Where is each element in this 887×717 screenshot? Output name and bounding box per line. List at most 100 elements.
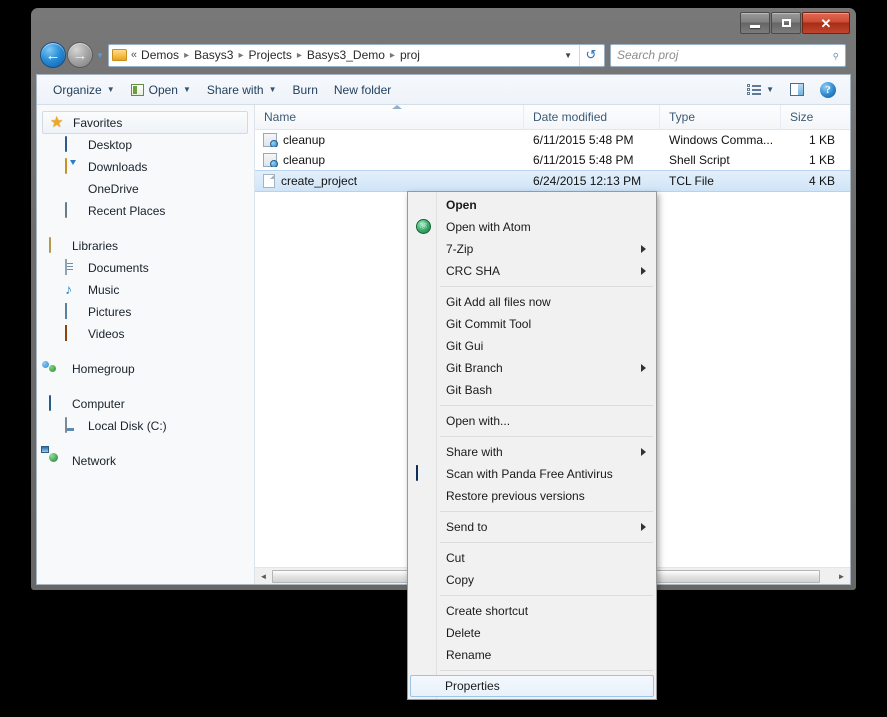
change-view-button[interactable]: ▼: [739, 81, 782, 99]
scroll-right-icon[interactable]: ►: [833, 569, 850, 584]
breadcrumb-separator-icon: ▸: [238, 49, 244, 61]
menu-item-crc-sha[interactable]: CRC SHA: [410, 260, 654, 282]
generic-file-icon: [263, 174, 275, 188]
menu-item-label: Git Branch: [446, 361, 503, 375]
menu-item-git-add-all-files-now[interactable]: Git Add all files now: [410, 291, 654, 313]
sidebar-label: Favorites: [73, 115, 123, 130]
forward-arrow-icon: →: [72, 46, 88, 64]
history-dropdown-icon[interactable]: ▼: [96, 51, 104, 60]
refresh-button[interactable]: ↺: [579, 44, 602, 66]
submenu-arrow-icon: [641, 267, 646, 275]
address-bar-row: ← → ▼ « Demos ▸ Basys3 ▸ Projects ▸ Basy…: [31, 38, 856, 72]
scroll-left-icon[interactable]: ◄: [255, 569, 272, 584]
burn-label: Burn: [292, 82, 318, 97]
menu-item-create-shortcut[interactable]: Create shortcut: [410, 600, 654, 622]
sidebar-label: Desktop: [88, 138, 133, 152]
breadcrumb-item-projects[interactable]: Projects: [248, 48, 291, 62]
table-row-selected[interactable]: create_project 6/24/2015 12:13 PM TCL Fi…: [255, 170, 850, 192]
menu-item-share-with[interactable]: Share with: [410, 441, 654, 463]
address-dropdown-icon[interactable]: ▼: [559, 51, 579, 60]
onedrive-cloud-icon: [65, 181, 81, 197]
sidebar-label: Downloads: [88, 160, 148, 174]
share-with-label: Share with: [206, 82, 264, 97]
menu-item-git-bash[interactable]: Git Bash: [410, 379, 654, 401]
menu-item-scan-with-panda-free-antivirus[interactable]: Scan with Panda Free Antivirus: [410, 463, 654, 485]
breadcrumb-item-proj[interactable]: proj: [400, 48, 420, 62]
recent-places-icon: [65, 202, 81, 219]
organize-label: Organize: [53, 82, 102, 97]
menu-item-git-gui[interactable]: Git Gui: [410, 335, 654, 357]
menu-item-send-to[interactable]: Send to: [410, 516, 654, 538]
breadcrumb-overflow-icon[interactable]: «: [131, 49, 137, 61]
preview-pane-button[interactable]: [782, 80, 812, 99]
breadcrumb-item-basys3[interactable]: Basys3: [194, 48, 233, 62]
menu-item-label: Git Add all files now: [446, 295, 551, 309]
column-header-type[interactable]: Type: [660, 105, 781, 129]
menu-separator: [440, 511, 653, 512]
sidebar-item-videos[interactable]: Videos: [37, 323, 254, 345]
menu-item-restore-previous-versions[interactable]: Restore previous versions: [410, 485, 654, 507]
menu-item-delete[interactable]: Delete: [410, 622, 654, 644]
sidebar-item-network[interactable]: Network: [37, 450, 254, 472]
refresh-icon: ↺: [585, 47, 597, 62]
new-folder-button[interactable]: New folder: [326, 80, 399, 100]
organize-button[interactable]: Organize ▼: [45, 80, 123, 100]
menu-item-open[interactable]: Open: [410, 194, 654, 216]
close-button[interactable]: ✕: [802, 12, 850, 34]
table-row[interactable]: cleanup 6/11/2015 5:48 PM Shell Script 1…: [255, 150, 850, 170]
share-with-button[interactable]: Share with ▼: [199, 80, 285, 100]
sidebar-item-recent-places[interactable]: Recent Places: [37, 200, 254, 222]
sidebar-item-desktop[interactable]: Desktop: [37, 134, 254, 156]
sidebar-item-homegroup[interactable]: Homegroup: [37, 358, 254, 380]
open-button[interactable]: Open ▼: [123, 80, 199, 100]
maximize-button[interactable]: [771, 12, 801, 34]
menu-item-7-zip[interactable]: 7-Zip: [410, 238, 654, 260]
column-header-date-modified[interactable]: Date modified: [524, 105, 660, 129]
menu-item-cut[interactable]: Cut: [410, 547, 654, 569]
minimize-button[interactable]: [740, 12, 770, 34]
sidebar-item-computer[interactable]: Computer: [37, 393, 254, 415]
sidebar-item-music[interactable]: ♪ Music: [37, 279, 254, 301]
back-button[interactable]: ←: [40, 42, 66, 68]
sidebar-item-pictures[interactable]: Pictures: [37, 301, 254, 323]
breadcrumb-item-basys3-demo[interactable]: Basys3_Demo: [307, 48, 385, 62]
forward-button[interactable]: →: [67, 42, 93, 68]
menu-item-label: Scan with Panda Free Antivirus: [446, 467, 613, 481]
menu-item-git-commit-tool[interactable]: Git Commit Tool: [410, 313, 654, 335]
navigation-pane: ★ Favorites Desktop Downloads OneDrive R…: [37, 105, 255, 584]
menu-item-git-branch[interactable]: Git Branch: [410, 357, 654, 379]
network-icon: [49, 453, 65, 469]
music-note-icon: ♪: [65, 281, 72, 297]
submenu-arrow-icon: [641, 523, 646, 531]
menu-item-copy[interactable]: Copy: [410, 569, 654, 591]
search-input[interactable]: Search proj: [617, 48, 832, 62]
context-menu: Open ⚛ Open with Atom 7-Zip CRC SHA Git Add a…: [407, 191, 657, 700]
file-size-cell: 4 KB: [808, 174, 835, 188]
column-header-name[interactable]: Name: [255, 105, 524, 129]
help-button[interactable]: ?: [812, 79, 844, 101]
menu-item-open-with[interactable]: Open with...: [410, 410, 654, 432]
search-box[interactable]: Search proj ⌕: [610, 43, 846, 67]
sidebar-item-onedrive[interactable]: OneDrive: [37, 178, 254, 200]
file-type-cell: TCL File: [669, 174, 714, 188]
burn-button[interactable]: Burn: [285, 80, 326, 100]
menu-item-label: Open with Atom: [446, 220, 531, 234]
sidebar-item-favorites[interactable]: ★ Favorites: [42, 111, 248, 134]
menu-item-rename[interactable]: Rename: [410, 644, 654, 666]
menu-item-open-with-atom[interactable]: ⚛ Open with Atom: [410, 216, 654, 238]
submenu-arrow-icon: [641, 448, 646, 456]
view-list-icon: [747, 83, 762, 96]
address-bar[interactable]: « Demos ▸ Basys3 ▸ Projects ▸ Basys3_Dem…: [107, 43, 605, 67]
menu-item-properties[interactable]: Properties: [410, 675, 654, 697]
computer-icon: [49, 395, 65, 412]
column-header-size[interactable]: Size: [781, 105, 841, 129]
sidebar-item-documents[interactable]: Documents: [37, 257, 254, 279]
sidebar-item-local-disk-c[interactable]: Local Disk (C:): [37, 415, 254, 437]
file-name: cleanup: [283, 133, 326, 147]
sidebar-item-libraries[interactable]: Libraries: [37, 235, 254, 257]
sidebar-item-downloads[interactable]: Downloads: [37, 156, 254, 178]
table-row[interactable]: cleanup 6/11/2015 5:48 PM Windows Comma.…: [255, 130, 850, 150]
breadcrumb-item-demos[interactable]: Demos: [141, 48, 179, 62]
